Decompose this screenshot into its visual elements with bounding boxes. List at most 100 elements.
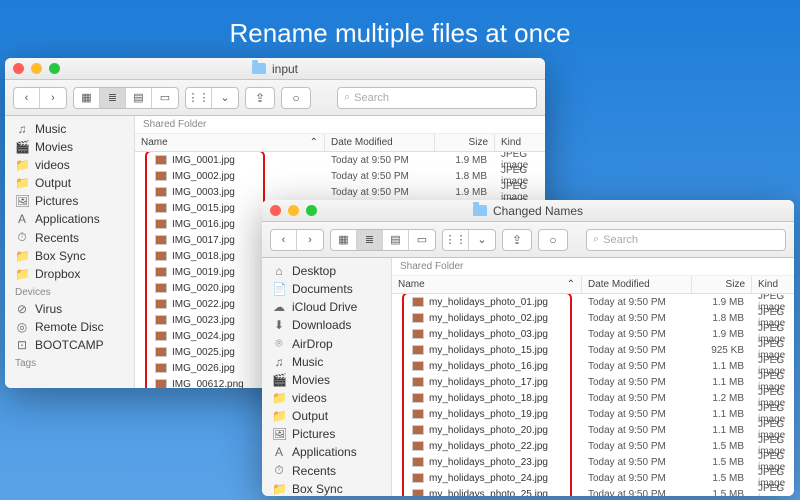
- sidebar-item[interactable]: 📁videos: [262, 389, 391, 407]
- icon-view[interactable]: ▦: [331, 230, 357, 250]
- table-row[interactable]: my_holidays_photo_23.jpg Today at 9:50 P…: [392, 454, 794, 470]
- col-date[interactable]: Date Modified: [582, 276, 692, 293]
- file-thumb-icon: [412, 329, 424, 339]
- file-name: IMG_0026.jpg: [172, 363, 235, 374]
- file-thumb-icon: [155, 203, 167, 213]
- table-row[interactable]: my_holidays_photo_02.jpg Today at 9:50 P…: [392, 310, 794, 326]
- sidebar-icon: 📁: [15, 176, 29, 190]
- arrange-group[interactable]: ⋮⋮ ⌄: [185, 87, 239, 109]
- col-size[interactable]: Size: [692, 276, 752, 293]
- file-thumb-icon: [412, 297, 424, 307]
- sidebar-item-label: Box Sync: [35, 249, 86, 263]
- close-button[interactable]: [270, 205, 281, 216]
- sidebar-item[interactable]: 🖼Pictures: [5, 192, 134, 210]
- col-name[interactable]: Name⌃: [392, 276, 582, 293]
- table-row[interactable]: my_holidays_photo_17.jpg Today at 9:50 P…: [392, 374, 794, 390]
- sidebar-icon: ⌾: [272, 336, 286, 351]
- sidebar-icon: 📄: [272, 282, 286, 296]
- sidebar-item[interactable]: AApplications: [5, 210, 134, 228]
- sidebar-item[interactable]: 📁Output: [5, 174, 134, 192]
- group-button[interactable]: ⋮⋮: [443, 230, 469, 250]
- file-kind: JPEG image: [752, 483, 794, 496]
- arrange-dropdown[interactable]: ⌄: [212, 88, 238, 108]
- table-row[interactable]: my_holidays_photo_01.jpg Today at 9:50 P…: [392, 294, 794, 310]
- table-row[interactable]: my_holidays_photo_18.jpg Today at 9:50 P…: [392, 390, 794, 406]
- sidebar-item[interactable]: 📁videos: [5, 156, 134, 174]
- column-view[interactable]: ▤: [383, 230, 409, 250]
- sidebar-item[interactable]: AApplications: [262, 443, 391, 461]
- sidebar-item[interactable]: 🎬Movies: [262, 371, 391, 389]
- titlebar[interactable]: input: [5, 58, 545, 80]
- col-kind[interactable]: Kind: [752, 276, 794, 293]
- search-input[interactable]: ⌕ Search: [337, 87, 537, 109]
- table-row[interactable]: my_holidays_photo_20.jpg Today at 9:50 P…: [392, 422, 794, 438]
- sidebar-item[interactable]: ⬇Downloads: [262, 316, 391, 334]
- nav-back-forward[interactable]: ‹ ›: [270, 229, 324, 251]
- sidebar-item[interactable]: ⌾AirDrop: [262, 334, 391, 353]
- table-row[interactable]: IMG_0002.jpg Today at 9:50 PM 1.8 MB JPE…: [135, 168, 545, 184]
- table-row[interactable]: IMG_0001.jpg Today at 9:50 PM 1.9 MB JPE…: [135, 152, 545, 168]
- sidebar-item[interactable]: ♫Music: [5, 120, 134, 138]
- search-input[interactable]: ⌕ Search: [586, 229, 786, 251]
- share-button[interactable]: ⇪: [245, 87, 275, 109]
- share-button[interactable]: ⇪: [502, 229, 532, 251]
- icon-view[interactable]: ▦: [74, 88, 100, 108]
- gallery-view[interactable]: ▭: [409, 230, 435, 250]
- minimize-button[interactable]: [288, 205, 299, 216]
- sidebar-item[interactable]: ☁iCloud Drive: [262, 298, 391, 316]
- col-kind[interactable]: Kind: [495, 134, 545, 151]
- group-button[interactable]: ⋮⋮: [186, 88, 212, 108]
- table-row[interactable]: my_holidays_photo_25.jpg Today at 9:50 P…: [392, 486, 794, 496]
- arrange-dropdown[interactable]: ⌄: [469, 230, 495, 250]
- maximize-button[interactable]: [306, 205, 317, 216]
- sidebar-item[interactable]: 📁Output: [262, 407, 391, 425]
- sidebar-item[interactable]: ◎Remote Disc: [5, 318, 134, 336]
- col-size[interactable]: Size: [435, 134, 495, 151]
- sidebar-item[interactable]: 📁Box Sync: [262, 480, 391, 496]
- sidebar-item-label: Music: [292, 355, 323, 369]
- sidebar-item[interactable]: 🎬Movies: [5, 138, 134, 156]
- tags-button[interactable]: ○: [538, 229, 568, 251]
- view-switcher[interactable]: ▦ ≣ ▤ ▭: [330, 229, 436, 251]
- list-view[interactable]: ≣: [357, 230, 383, 250]
- view-switcher[interactable]: ▦ ≣ ▤ ▭: [73, 87, 179, 109]
- file-thumb-icon: [412, 393, 424, 403]
- table-row[interactable]: my_holidays_photo_03.jpg Today at 9:50 P…: [392, 326, 794, 342]
- forward-button[interactable]: ›: [40, 88, 66, 108]
- tags-button[interactable]: ○: [281, 87, 311, 109]
- sidebar-item[interactable]: ♫Music: [262, 353, 391, 371]
- close-button[interactable]: [13, 63, 24, 74]
- list-view[interactable]: ≣: [100, 88, 126, 108]
- sidebar-item[interactable]: 📁Box Sync: [5, 247, 134, 265]
- file-thumb-icon: [412, 457, 424, 467]
- table-row[interactable]: my_holidays_photo_15.jpg Today at 9:50 P…: [392, 342, 794, 358]
- table-row[interactable]: my_holidays_photo_16.jpg Today at 9:50 P…: [392, 358, 794, 374]
- column-view[interactable]: ▤: [126, 88, 152, 108]
- forward-button[interactable]: ›: [297, 230, 323, 250]
- sidebar-item[interactable]: ⏱Recents: [5, 228, 134, 247]
- col-date[interactable]: Date Modified: [325, 134, 435, 151]
- sidebar-item[interactable]: ⊡BOOTCAMP: [5, 336, 134, 354]
- nav-back-forward[interactable]: ‹ ›: [13, 87, 67, 109]
- sidebar-icon: ◎: [15, 320, 29, 334]
- table-row[interactable]: my_holidays_photo_24.jpg Today at 9:50 P…: [392, 470, 794, 486]
- table-row[interactable]: my_holidays_photo_22.jpg Today at 9:50 P…: [392, 438, 794, 454]
- file-size: 1.9 MB: [435, 187, 495, 198]
- gallery-view[interactable]: ▭: [152, 88, 178, 108]
- sidebar-item[interactable]: ⌂Desktop: [262, 262, 391, 280]
- minimize-button[interactable]: [31, 63, 42, 74]
- maximize-button[interactable]: [49, 63, 60, 74]
- sidebar-item[interactable]: 📄Documents: [262, 280, 391, 298]
- back-button[interactable]: ‹: [14, 88, 40, 108]
- sidebar-item[interactable]: 🖼Pictures: [262, 425, 391, 443]
- table-row[interactable]: my_holidays_photo_19.jpg Today at 9:50 P…: [392, 406, 794, 422]
- titlebar[interactable]: Changed Names: [262, 200, 794, 222]
- sidebar-item[interactable]: ⊘Virus: [5, 300, 134, 318]
- back-button[interactable]: ‹: [271, 230, 297, 250]
- file-thumb-icon: [412, 409, 424, 419]
- arrange-group[interactable]: ⋮⋮ ⌄: [442, 229, 496, 251]
- table-row[interactable]: IMG_0003.jpg Today at 9:50 PM 1.9 MB JPE…: [135, 184, 545, 200]
- col-name[interactable]: Name⌃: [135, 134, 325, 151]
- sidebar-item[interactable]: ⏱Recents: [262, 461, 391, 480]
- sidebar-item[interactable]: 📁Dropbox: [5, 265, 134, 283]
